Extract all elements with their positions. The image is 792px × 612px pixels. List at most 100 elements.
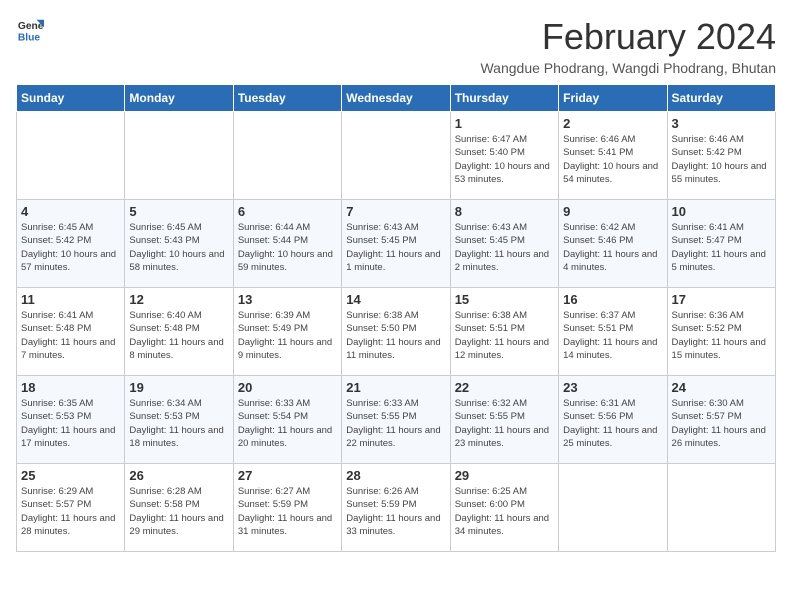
calendar-week-row: 25 Sunrise: 6:29 AM Sunset: 5:57 PM Dayli… [17,464,776,552]
logo-icon: General Blue [16,16,44,44]
cell-date-number: 22 [455,380,554,395]
cell-info-text: Sunrise: 6:44 AM Sunset: 5:44 PM Dayligh… [238,221,337,274]
cell-info-text: Sunrise: 6:35 AM Sunset: 5:53 PM Dayligh… [21,397,120,450]
cell-info-text: Sunrise: 6:27 AM Sunset: 5:59 PM Dayligh… [238,485,337,538]
calendar-cell: 15 Sunrise: 6:38 AM Sunset: 5:51 PM Dayli… [450,288,558,376]
cell-date-number: 24 [672,380,771,395]
calendar-title: February 2024 [480,16,776,58]
calendar-cell: 29 Sunrise: 6:25 AM Sunset: 6:00 PM Dayli… [450,464,558,552]
calendar-cell: 1 Sunrise: 6:47 AM Sunset: 5:40 PM Daylig… [450,112,558,200]
cell-info-text: Sunrise: 6:34 AM Sunset: 5:53 PM Dayligh… [129,397,228,450]
calendar-cell: 12 Sunrise: 6:40 AM Sunset: 5:48 PM Dayli… [125,288,233,376]
cell-date-number: 21 [346,380,445,395]
page-header: General Blue February 2024 Wangdue Phodr… [16,16,776,76]
weekday-header-wednesday: Wednesday [342,85,450,112]
cell-date-number: 7 [346,204,445,219]
cell-info-text: Sunrise: 6:26 AM Sunset: 5:59 PM Dayligh… [346,485,445,538]
cell-date-number: 11 [21,292,120,307]
svg-text:Blue: Blue [18,32,41,43]
cell-info-text: Sunrise: 6:42 AM Sunset: 5:46 PM Dayligh… [563,221,662,274]
cell-date-number: 5 [129,204,228,219]
calendar-week-row: 1 Sunrise: 6:47 AM Sunset: 5:40 PM Daylig… [17,112,776,200]
cell-date-number: 10 [672,204,771,219]
cell-date-number: 27 [238,468,337,483]
cell-info-text: Sunrise: 6:37 AM Sunset: 5:51 PM Dayligh… [563,309,662,362]
cell-date-number: 6 [238,204,337,219]
calendar-cell: 2 Sunrise: 6:46 AM Sunset: 5:41 PM Daylig… [559,112,667,200]
cell-date-number: 12 [129,292,228,307]
weekday-header-thursday: Thursday [450,85,558,112]
cell-info-text: Sunrise: 6:33 AM Sunset: 5:55 PM Dayligh… [346,397,445,450]
calendar-cell: 9 Sunrise: 6:42 AM Sunset: 5:46 PM Daylig… [559,200,667,288]
cell-date-number: 9 [563,204,662,219]
cell-date-number: 2 [563,116,662,131]
cell-info-text: Sunrise: 6:41 AM Sunset: 5:48 PM Dayligh… [21,309,120,362]
calendar-cell: 17Sunrise: 6:36 AM Sunset: 5:52 PM Dayli… [667,288,775,376]
calendar-cell [233,112,341,200]
calendar-table: SundayMondayTuesdayWednesdayThursdayFrid… [16,84,776,552]
calendar-cell: 26 Sunrise: 6:28 AM Sunset: 5:58 PM Dayli… [125,464,233,552]
cell-date-number: 25 [21,468,120,483]
calendar-cell: 14Sunrise: 6:38 AM Sunset: 5:50 PM Dayli… [342,288,450,376]
cell-date-number: 1 [455,116,554,131]
cell-info-text: Sunrise: 6:46 AM Sunset: 5:41 PM Dayligh… [563,133,662,186]
weekday-header-row: SundayMondayTuesdayWednesdayThursdayFrid… [17,85,776,112]
cell-date-number: 23 [563,380,662,395]
cell-info-text: Sunrise: 6:43 AM Sunset: 5:45 PM Dayligh… [455,221,554,274]
cell-info-text: Sunrise: 6:30 AM Sunset: 5:57 PM Dayligh… [672,397,771,450]
calendar-cell: 24 Sunrise: 6:30 AM Sunset: 5:57 PM Dayli… [667,376,775,464]
logo: General Blue [16,16,44,44]
cell-date-number: 13 [238,292,337,307]
calendar-cell [17,112,125,200]
cell-date-number: 28 [346,468,445,483]
weekday-header-friday: Friday [559,85,667,112]
cell-info-text: Sunrise: 6:43 AM Sunset: 5:45 PM Dayligh… [346,221,445,274]
title-area: February 2024 Wangdue Phodrang, Wangdi P… [480,16,776,76]
cell-date-number: 18 [21,380,120,395]
calendar-cell: 22 Sunrise: 6:32 AM Sunset: 5:55 PM Dayli… [450,376,558,464]
cell-date-number: 8 [455,204,554,219]
weekday-header-saturday: Saturday [667,85,775,112]
calendar-cell: 4Sunrise: 6:45 AM Sunset: 5:42 PM Daylig… [17,200,125,288]
cell-info-text: Sunrise: 6:25 AM Sunset: 6:00 PM Dayligh… [455,485,554,538]
calendar-cell: 20Sunrise: 6:33 AM Sunset: 5:54 PM Dayli… [233,376,341,464]
calendar-cell: 16 Sunrise: 6:37 AM Sunset: 5:51 PM Dayli… [559,288,667,376]
cell-info-text: Sunrise: 6:47 AM Sunset: 5:40 PM Dayligh… [455,133,554,186]
calendar-subtitle: Wangdue Phodrang, Wangdi Phodrang, Bhuta… [480,60,776,76]
calendar-cell: 5 Sunrise: 6:45 AM Sunset: 5:43 PM Daylig… [125,200,233,288]
cell-info-text: Sunrise: 6:32 AM Sunset: 5:55 PM Dayligh… [455,397,554,450]
weekday-header-monday: Monday [125,85,233,112]
calendar-cell [125,112,233,200]
calendar-cell: 18 Sunrise: 6:35 AM Sunset: 5:53 PM Dayli… [17,376,125,464]
cell-info-text: Sunrise: 6:41 AM Sunset: 5:47 PM Dayligh… [672,221,771,274]
calendar-cell: 11 Sunrise: 6:41 AM Sunset: 5:48 PM Dayli… [17,288,125,376]
cell-date-number: 19 [129,380,228,395]
calendar-cell: 23Sunrise: 6:31 AM Sunset: 5:56 PM Dayli… [559,376,667,464]
calendar-week-row: 4Sunrise: 6:45 AM Sunset: 5:42 PM Daylig… [17,200,776,288]
cell-info-text: Sunrise: 6:29 AM Sunset: 5:57 PM Dayligh… [21,485,120,538]
cell-date-number: 3 [672,116,771,131]
cell-date-number: 15 [455,292,554,307]
calendar-cell: 28 Sunrise: 6:26 AM Sunset: 5:59 PM Dayli… [342,464,450,552]
cell-info-text: Sunrise: 6:38 AM Sunset: 5:50 PM Dayligh… [346,309,445,362]
cell-date-number: 4 [21,204,120,219]
cell-date-number: 20 [238,380,337,395]
calendar-cell [667,464,775,552]
weekday-header-sunday: Sunday [17,85,125,112]
calendar-cell: 7 Sunrise: 6:43 AM Sunset: 5:45 PM Daylig… [342,200,450,288]
cell-info-text: Sunrise: 6:28 AM Sunset: 5:58 PM Dayligh… [129,485,228,538]
calendar-cell: 6 Sunrise: 6:44 AM Sunset: 5:44 PM Daylig… [233,200,341,288]
cell-info-text: Sunrise: 6:46 AM Sunset: 5:42 PM Dayligh… [672,133,771,186]
calendar-cell: 19 Sunrise: 6:34 AM Sunset: 5:53 PM Dayli… [125,376,233,464]
calendar-cell: 21 Sunrise: 6:33 AM Sunset: 5:55 PM Dayli… [342,376,450,464]
cell-date-number: 17 [672,292,771,307]
weekday-header-tuesday: Tuesday [233,85,341,112]
calendar-cell: 25 Sunrise: 6:29 AM Sunset: 5:57 PM Dayli… [17,464,125,552]
cell-info-text: Sunrise: 6:40 AM Sunset: 5:48 PM Dayligh… [129,309,228,362]
cell-info-text: Sunrise: 6:45 AM Sunset: 5:43 PM Dayligh… [129,221,228,274]
cell-info-text: Sunrise: 6:38 AM Sunset: 5:51 PM Dayligh… [455,309,554,362]
calendar-cell: 27 Sunrise: 6:27 AM Sunset: 5:59 PM Dayli… [233,464,341,552]
cell-date-number: 26 [129,468,228,483]
cell-date-number: 29 [455,468,554,483]
cell-date-number: 16 [563,292,662,307]
